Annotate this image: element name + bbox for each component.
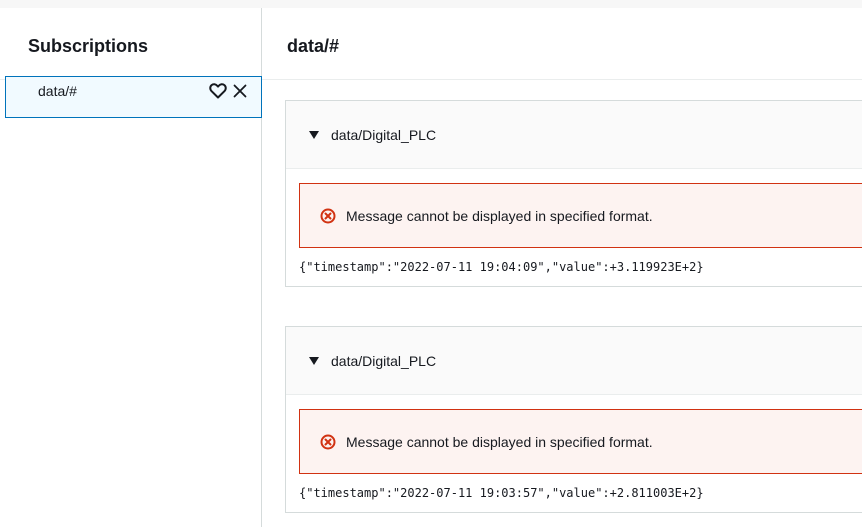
caret-down-icon: [309, 130, 319, 139]
messages-header: data/#: [262, 8, 862, 80]
subscriptions-title: Subscriptions: [28, 36, 149, 56]
mqtt-test-client: Subscriptions data/# data/# data/Digital…: [0, 0, 862, 527]
topic-filter-title: data/#: [287, 36, 340, 56]
message-card-header[interactable]: data/Digital_PLC: [286, 327, 862, 395]
message-payload: {"timestamp":"2022-07-11 19:04:09","valu…: [299, 260, 704, 274]
message-payload: {"timestamp":"2022-07-11 19:03:57","valu…: [299, 486, 704, 500]
message-card: data/Digital_PLC Message cannot be displ…: [285, 100, 862, 287]
error-circle-icon: [320, 434, 336, 450]
close-icon[interactable]: [233, 84, 247, 98]
messages-panel: data/# data/Digital_PLC Message cannot b…: [262, 8, 862, 527]
subscription-actions: [209, 83, 247, 99]
message-topic: data/Digital_PLC: [331, 352, 437, 369]
error-alert: Message cannot be displayed in specified…: [299, 409, 862, 474]
subscriptions-header: Subscriptions: [0, 8, 261, 80]
error-circle-icon: [320, 208, 336, 224]
top-strip: [0, 0, 862, 8]
message-card-header[interactable]: data/Digital_PLC: [286, 101, 862, 169]
subscription-item-label: data/#: [38, 83, 77, 99]
error-message: Message cannot be displayed in specified…: [346, 207, 653, 224]
heart-icon[interactable]: [209, 83, 227, 99]
error-alert: Message cannot be displayed in specified…: [299, 183, 862, 248]
subscription-item[interactable]: data/#: [5, 76, 262, 118]
message-card: data/Digital_PLC Message cannot be displ…: [285, 326, 862, 513]
caret-down-icon: [309, 356, 319, 365]
error-message: Message cannot be displayed in specified…: [346, 433, 653, 450]
message-topic: data/Digital_PLC: [331, 126, 437, 143]
message-list[interactable]: data/Digital_PLC Message cannot be displ…: [262, 80, 862, 527]
